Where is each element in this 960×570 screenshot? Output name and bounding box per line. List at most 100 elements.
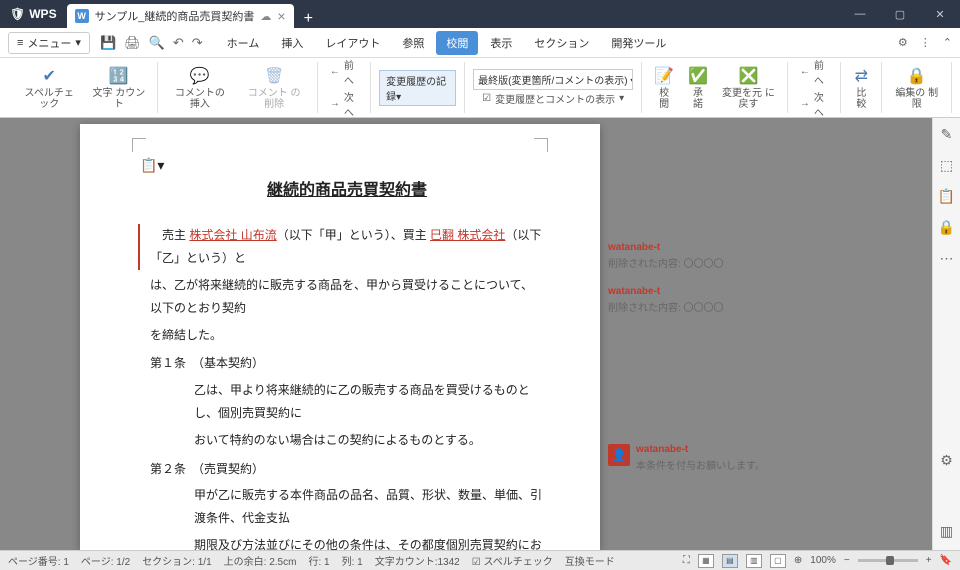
status-col[interactable]: 列: 1	[342, 553, 363, 568]
bookmark-icon[interactable]: 🔖	[940, 555, 952, 566]
zoom-out-button[interactable]: −	[844, 555, 850, 566]
doc-icon: W	[75, 9, 89, 23]
minimize-button[interactable]: ―	[840, 0, 880, 28]
spellcheck-icon: ✔	[43, 66, 56, 86]
view-web-button[interactable]: ▤	[722, 554, 738, 568]
comments-pane: watanabe-t 削除された内容: 〇〇〇〇 watanabe-t 削除され…	[608, 242, 798, 472]
status-page[interactable]: ページ: 1/2	[81, 553, 130, 568]
ribbon: ✔スペルチェック 🔢文字 カウント 💬コメントの挿入 🗑コメント の削除 ← 前…	[0, 58, 960, 118]
reject-button[interactable]: ❎変更を元 に戻す	[718, 64, 779, 112]
chevron-down-icon: ▾	[75, 36, 81, 49]
tab-cloud-icon[interactable]: ☁	[260, 10, 271, 23]
fullscreen-icon[interactable]: ⛶	[683, 555, 690, 566]
wps-shield-icon: 🛡	[10, 7, 25, 21]
tracked-delete: 巳翻 株式会社	[430, 228, 505, 242]
next-change-button[interactable]: → 次へ	[796, 88, 832, 120]
window-controls: ― ▢ ✕	[840, 0, 960, 28]
tab-reference[interactable]: 参照	[392, 31, 434, 55]
delete-comment-icon: 🗑	[264, 66, 284, 86]
next-comment-button[interactable]: → 次へ	[326, 88, 362, 120]
comment-card[interactable]: 👤 watanabe-t 本条件を付与お願いします。	[608, 444, 798, 472]
doc-body: 売主 株式会社 山布流（以下「甲」という）、買主 巳翻 株式会社（以下「乙」とい…	[150, 224, 544, 550]
wordcount-icon: 🔢	[109, 66, 129, 86]
tab-review[interactable]: 校閲	[436, 31, 478, 55]
save-icon[interactable]: 💾	[100, 35, 116, 51]
redo-icon[interactable]: ↷	[192, 35, 203, 51]
tab-title: サンプル_継続的商品売買契約書	[95, 8, 255, 24]
gear-icon[interactable]: ⚙	[898, 36, 908, 49]
paste-options-icon[interactable]: 📋▾	[140, 152, 164, 179]
tab-insert[interactable]: 挿入	[271, 31, 313, 55]
comment-text: 削除された内容: 〇〇〇〇	[608, 255, 798, 270]
select-icon[interactable]: ⬚	[940, 157, 953, 174]
tab-view[interactable]: 表示	[480, 31, 522, 55]
insert-comment-button[interactable]: 💬コメントの挿入	[166, 64, 233, 112]
show-changes-dropdown[interactable]: ☑ 変更履歴とコメントの表示▾	[478, 90, 628, 107]
accept-button[interactable]: ✅承諾	[684, 64, 712, 112]
review-button[interactable]: 📝校閲	[650, 64, 678, 112]
view-read-button[interactable]: ▢	[770, 554, 786, 568]
lock-rail-icon[interactable]: 🔒	[938, 219, 955, 236]
status-line[interactable]: 行: 1	[308, 553, 329, 568]
compare-button[interactable]: ⇄比較	[849, 64, 873, 112]
add-tab-button[interactable]: +	[294, 10, 323, 28]
comment-text: 本条件を付与お願いします。	[636, 457, 798, 472]
close-button[interactable]: ✕	[920, 0, 960, 28]
revision-balloon[interactable]: watanabe-t 削除された内容: 〇〇〇〇	[608, 242, 798, 270]
display-mode-dropdown[interactable]: 最終版(変更箇所/コメントの表示) ▾	[473, 69, 633, 90]
status-compat: 互換モード	[565, 553, 615, 568]
zoom-in-button[interactable]: +	[926, 555, 932, 566]
delete-comment-button[interactable]: 🗑コメント の削除	[239, 64, 308, 112]
statusbar: ページ番号: 1 ページ: 1/2 セクション: 1/1 上の余白: 2.5cm…	[0, 550, 960, 570]
review-icon: 📝	[654, 66, 674, 86]
tab-section[interactable]: セクション	[524, 31, 599, 55]
status-section[interactable]: セクション: 1/1	[142, 553, 211, 568]
fit-icon[interactable]: ⊕	[794, 555, 802, 566]
settings-icon[interactable]: ⚙	[940, 452, 953, 469]
comment-icon: 💬	[190, 66, 210, 86]
zoom-value[interactable]: 100%	[810, 555, 836, 566]
maximize-button[interactable]: ▢	[880, 0, 920, 28]
tracked-delete: 株式会社 山布流	[189, 228, 276, 242]
status-charcount[interactable]: 文字カウント:1342	[375, 553, 460, 568]
comment-text: 削除された内容: 〇〇〇〇	[608, 299, 798, 314]
tab-layout[interactable]: レイアウト	[315, 31, 390, 55]
margin-corner	[132, 138, 146, 152]
wordcount-button[interactable]: 🔢文字 カウント	[88, 64, 149, 112]
restrict-button[interactable]: 🔒編集の 制限	[890, 64, 943, 112]
tab-home[interactable]: ホーム	[217, 31, 270, 55]
clipboard-icon[interactable]: 📋	[938, 188, 955, 205]
prev-change-button[interactable]: ← 前へ	[796, 56, 832, 88]
document-page[interactable]: 📋▾ 継続的商品売買契約書 売主 株式会社 山布流（以下「甲」という）、買主 巳…	[80, 124, 600, 550]
revision-balloon[interactable]: watanabe-t 削除された内容: 〇〇〇〇	[608, 286, 798, 314]
collapse-icon[interactable]: ⌃	[943, 36, 952, 49]
more-icon[interactable]: ⋯	[940, 250, 954, 267]
view-outline-button[interactable]: ▥	[746, 554, 762, 568]
compare-icon: ⇄	[855, 66, 868, 86]
menu-dropdown[interactable]: ≡ メニュー ▾	[8, 32, 90, 54]
reject-icon: ❎	[738, 66, 758, 86]
status-pageno[interactable]: ページ番号: 1	[8, 553, 69, 568]
titlebar: 🛡WPS W サンプル_継続的商品売買契約書 ☁ × + ― ▢ ✕	[0, 0, 960, 28]
zoom-slider[interactable]	[858, 559, 918, 562]
kebab-icon[interactable]: ⋮	[920, 36, 931, 49]
preview-icon[interactable]: 🔍	[149, 35, 165, 51]
track-changes-button[interactable]: 変更履歴の記録▾	[379, 70, 456, 106]
pencil-icon[interactable]: ✎	[941, 126, 953, 143]
ribbon-tabs: ホーム 挿入 レイアウト 参照 校閲 表示 セクション 開発ツール	[217, 31, 677, 55]
undo-icon[interactable]: ↶	[173, 35, 184, 51]
spellcheck-button[interactable]: ✔スペルチェック	[16, 64, 82, 112]
document-tab[interactable]: W サンプル_継続的商品売買契約書 ☁ ×	[67, 4, 294, 28]
print-icon[interactable]: 🖨	[124, 35, 141, 51]
status-spell[interactable]: ☑ スペルチェック	[472, 553, 553, 568]
layers-icon[interactable]: ▥	[940, 523, 953, 540]
prev-comment-button[interactable]: ← 前へ	[326, 56, 362, 88]
comment-author: watanabe-t	[636, 444, 798, 455]
zoom-thumb[interactable]	[886, 556, 894, 565]
status-margin[interactable]: 上の余白: 2.5cm	[224, 553, 297, 568]
tab-devtools[interactable]: 開発ツール	[601, 31, 676, 55]
quick-access: 💾 🖨 🔍 ↶ ↷	[100, 35, 203, 51]
menu-right: ⚙ ⋮ ⌃	[898, 36, 952, 49]
view-print-button[interactable]: ▦	[698, 554, 714, 568]
close-icon[interactable]: ×	[277, 9, 285, 23]
